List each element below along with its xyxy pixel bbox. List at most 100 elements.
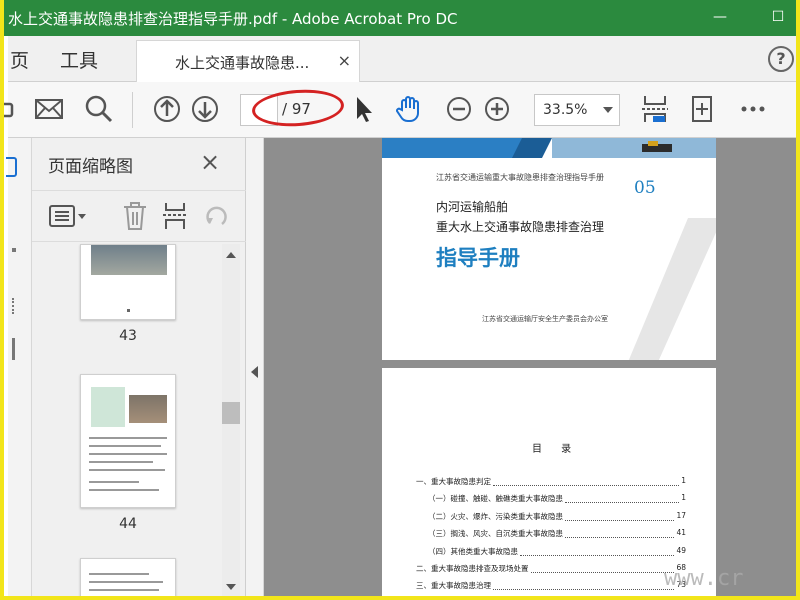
tab-home[interactable]: 页 xyxy=(10,46,29,73)
document-view[interactable]: 江苏省交通运输重大事故隐患排查治理指导手册 05 内河运输船舶 重大水上交通事故… xyxy=(264,138,796,596)
cover-page: 江苏省交通运输重大事故隐患排查治理指导手册 05 内河运输船舶 重大水上交通事故… xyxy=(382,138,716,360)
page-thumbnails-rail-icon[interactable] xyxy=(6,156,20,180)
thumbnail-photo xyxy=(129,395,167,423)
document-tab-label: 水上交通事故隐患... xyxy=(175,54,310,72)
title-bar: 水上交通事故隐患排查治理指导手册.pdf - Adobe Acrobat Pro… xyxy=(4,0,796,36)
toc-row[interactable]: （一）碰撞、触碰、触礁类重大事故隐患 1 xyxy=(428,493,686,507)
maximize-button[interactable]: ☐ xyxy=(766,6,790,28)
toc-entry-text: 二、重大事故隐患排查及现场处置 xyxy=(416,564,529,573)
thumbnail-text-line xyxy=(89,573,149,575)
document-tab-close-icon[interactable]: × xyxy=(338,51,351,70)
thumbnail-text-line xyxy=(89,437,167,439)
rotate-page-icon[interactable] xyxy=(204,203,230,229)
cover-heading: 指导手册 xyxy=(436,246,520,270)
toc-entry-page: 49 xyxy=(676,545,686,555)
thumbnail-text-line xyxy=(89,453,167,455)
toc-leader-dots xyxy=(530,563,675,573)
toc-row[interactable]: 三、重大事故隐患治理 73 xyxy=(416,580,686,594)
toc-leader-dots xyxy=(493,476,680,486)
thumbnail-text-line xyxy=(89,481,139,483)
thumbnail-page-45[interactable] xyxy=(80,558,176,596)
left-rail xyxy=(6,138,32,596)
panel-splitter[interactable] xyxy=(246,138,264,596)
toc-entry-text: 三、重大事故隐患治理 xyxy=(416,581,491,591)
toc-leader-dots xyxy=(565,511,675,521)
thumbnail-options-icon[interactable] xyxy=(48,203,88,229)
toc-entry-text: （三）搁浅、风灾、自沉类重大事故隐患 xyxy=(428,529,563,539)
toc-leader-dots xyxy=(565,493,680,504)
toc-leader-dots xyxy=(565,528,675,539)
minimize-button[interactable]: — xyxy=(708,6,732,28)
thumbnail-text-line xyxy=(89,445,161,447)
menu-bar: 页 工具 水上交通事故隐患... × ? xyxy=(8,36,796,82)
scroll-up-icon[interactable] xyxy=(226,252,236,258)
rail-bar xyxy=(12,338,15,360)
print-icon[interactable] xyxy=(0,94,30,124)
mail-icon[interactable] xyxy=(34,94,64,124)
toc-entry-text: 一、重大事故隐患判定 xyxy=(416,477,491,486)
scroll-thumb[interactable] xyxy=(222,402,240,424)
delete-page-icon[interactable] xyxy=(122,201,148,231)
thumbnail-text-line xyxy=(89,461,153,463)
toc-leader-dots xyxy=(520,546,675,556)
tab-tools[interactable]: 工具 xyxy=(60,46,98,73)
search-icon[interactable] xyxy=(84,94,114,124)
next-page-icon[interactable] xyxy=(190,94,220,124)
select-cursor-icon[interactable] xyxy=(348,94,378,124)
thumbnail-scrollbar[interactable] xyxy=(222,244,240,596)
toc-entry-page: 1 xyxy=(681,476,686,485)
document-tab[interactable]: 水上交通事故隐患... × xyxy=(136,40,360,82)
thumbnail-text-line xyxy=(89,469,165,471)
watermark: www.cr xyxy=(664,566,744,591)
fit-page-icon[interactable] xyxy=(640,94,670,124)
scroll-down-icon[interactable] xyxy=(226,584,236,590)
toc-row[interactable]: （三）搁浅、风灾、自沉类重大事故隐患 41 xyxy=(428,528,686,542)
toc-row[interactable]: （四）其他类重大事故隐患 49 xyxy=(428,546,686,560)
help-icon[interactable]: ? xyxy=(768,46,794,72)
toc-entry-page: 41 xyxy=(676,528,686,538)
more-options-icon[interactable] xyxy=(738,94,768,124)
cover-decoration xyxy=(628,218,716,360)
thumbnail-page-43[interactable] xyxy=(80,244,176,320)
panel-title: 页面缩略图 xyxy=(48,157,133,177)
thumbnail-mark xyxy=(127,309,130,312)
rail-dot xyxy=(12,248,16,252)
window-title: 水上交通事故隐患排查治理指导手册.pdf - Adobe Acrobat Pro… xyxy=(8,10,458,28)
toc-entry-page: 1 xyxy=(681,493,686,503)
toc-row[interactable]: 二、重大事故隐患排查及现场处置 68 xyxy=(416,563,686,577)
toc-entry-text: （一）碰撞、触碰、触礁类重大事故隐患 xyxy=(428,494,563,504)
cover-title-line2: 重大水上交通事故隐患排查治理 xyxy=(436,220,605,234)
thumbnail-label: 44 xyxy=(119,516,137,532)
thumbnail-label: 43 xyxy=(119,328,137,344)
zoom-select[interactable]: 33.5% xyxy=(534,94,620,126)
split-page-icon[interactable] xyxy=(162,201,188,231)
thumbnail-text-line xyxy=(89,581,163,583)
toc-title: 目 录 xyxy=(532,444,580,455)
thumbnail-image xyxy=(91,387,125,427)
toolbar-divider xyxy=(132,92,133,128)
previous-page-icon[interactable] xyxy=(152,94,182,124)
cover-title-line1: 内河运输船舶 xyxy=(436,200,509,214)
toc-leader-dots xyxy=(493,580,675,591)
app-frame: 水上交通事故隐患排查治理指导手册.pdf - Adobe Acrobat Pro… xyxy=(0,0,800,600)
hand-tool-icon[interactable] xyxy=(394,94,424,124)
thumbnail-panel: 页面缩略图 × 43 44 xyxy=(32,138,246,596)
toolbar: / 97 33.5% xyxy=(4,82,796,138)
toc-row[interactable]: 一、重大事故隐患判定 1 xyxy=(416,476,686,490)
zoom-out-icon[interactable] xyxy=(444,94,474,124)
rotate-view-icon[interactable] xyxy=(688,94,718,124)
toc-row[interactable]: （二）火灾、爆炸、污染类重大事故隐患 17 xyxy=(428,511,686,525)
cover-organization: 江苏省交通运输厅安全生产委员会办公室 xyxy=(482,315,608,323)
zoom-in-icon[interactable] xyxy=(482,94,512,124)
toc-entry-text: （四）其他类重大事故隐患 xyxy=(428,546,518,556)
cover-subtitle: 江苏省交通运输重大事故隐患排查治理指导手册 xyxy=(436,173,604,182)
zoom-value: 33.5% xyxy=(543,102,588,118)
rail-dots xyxy=(12,298,16,314)
cover-number: 05 xyxy=(634,178,656,198)
thumbnail-page-44[interactable] xyxy=(80,374,176,508)
panel-toolbar xyxy=(32,190,246,242)
collapse-panel-icon[interactable] xyxy=(251,366,258,378)
chevron-down-icon xyxy=(603,107,613,113)
panel-close-icon[interactable]: × xyxy=(200,148,220,176)
cover-banner xyxy=(382,138,716,158)
